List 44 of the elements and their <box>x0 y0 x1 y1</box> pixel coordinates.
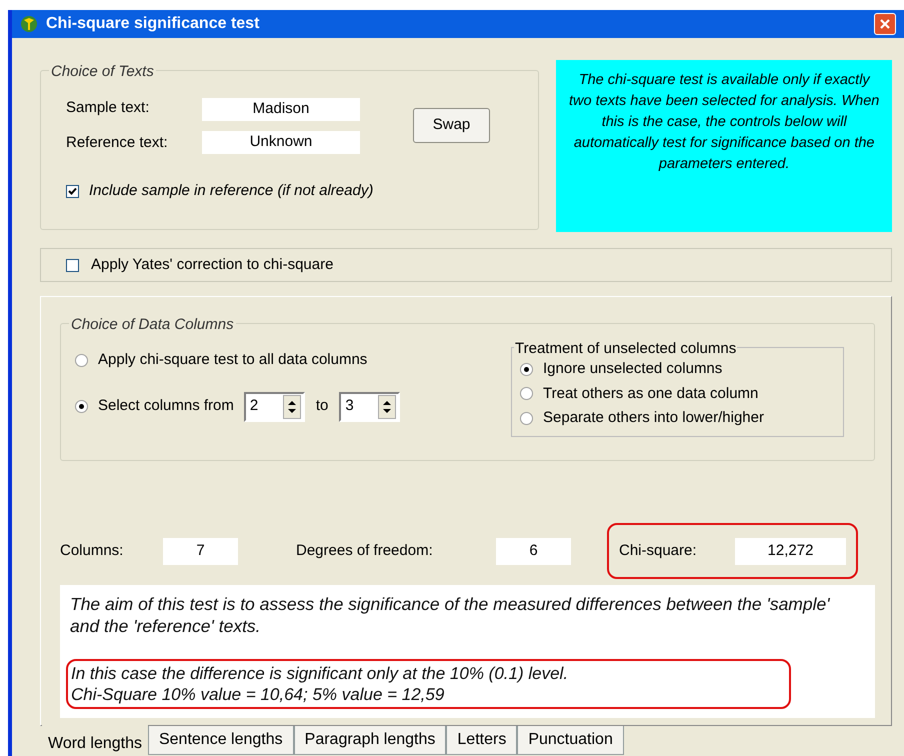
tab[interactable]: Sentence lengths <box>148 726 294 755</box>
radio-label: Select columns from <box>98 396 234 416</box>
radio-button[interactable] <box>75 354 88 367</box>
close-icon[interactable] <box>879 18 891 30</box>
spin-arrows-icon[interactable] <box>282 394 301 418</box>
checkbox-label: Apply Yates' correction to chi-square <box>91 254 334 275</box>
tab[interactable]: Paragraph lengths <box>294 726 446 755</box>
text-field[interactable]: Madison <box>202 98 360 120</box>
spinner-label: to <box>316 396 328 416</box>
stat-value: 7 <box>163 538 238 564</box>
swap-button[interactable]: Swap <box>413 108 490 143</box>
radio-label: Apply chi-square test to all data columns <box>98 350 368 370</box>
result-text: In this case the difference is significant only at the 10% (0.1) level. <box>71 663 570 684</box>
stat-label: Degrees of freedom: <box>296 540 434 561</box>
stat-value: 6 <box>496 538 571 564</box>
radio-button[interactable] <box>520 387 533 400</box>
number-spinner[interactable]: 3 <box>339 392 400 422</box>
checkbox-label: Include sample in reference (if not already) <box>89 181 374 201</box>
radio-label: Ignore unselected columns <box>543 359 722 379</box>
info-note: The chi-square test is available only if exactly two texts have been selected for analysis. When this is the case, the controls below will automatically test for significance based on the parameters entered. <box>556 60 892 232</box>
tab[interactable]: Punctuation <box>517 726 624 755</box>
radio-button[interactable] <box>520 412 533 425</box>
stat-label: Columns: <box>60 540 124 561</box>
checkbox[interactable] <box>66 258 79 272</box>
stat-value: 12,272 <box>735 538 846 564</box>
result-text: Chi-Square 10% value = 10,64; 5% value = 12,59 <box>71 684 446 705</box>
app-icon <box>20 15 38 33</box>
text-field[interactable]: Unknown <box>202 130 360 154</box>
tab[interactable]: Letters <box>446 726 518 755</box>
description-text: The aim of this test is to assess the significance of the measured differences between the 'sample' and the 'reference' texts. <box>70 593 831 637</box>
number-spinner[interactable]: 2 <box>244 392 305 422</box>
close-button[interactable] <box>874 13 896 35</box>
spinner-value: 2 <box>248 396 260 416</box>
spin-arrows-icon[interactable] <box>378 394 396 418</box>
field-label: Sample text: <box>66 98 150 118</box>
radio-button[interactable] <box>75 400 88 413</box>
spinner-value: 3 <box>344 396 355 416</box>
radio-label: Treat others as one data column <box>543 384 758 404</box>
radio-button[interactable] <box>520 362 533 376</box>
stat-label: Chi-square: <box>619 540 698 561</box>
field-label: Reference text: <box>66 132 169 152</box>
window-title: Chi-square significance test <box>46 14 260 34</box>
checkbox[interactable] <box>66 184 79 198</box>
radio-label: Separate others into lower/higher <box>543 408 764 428</box>
